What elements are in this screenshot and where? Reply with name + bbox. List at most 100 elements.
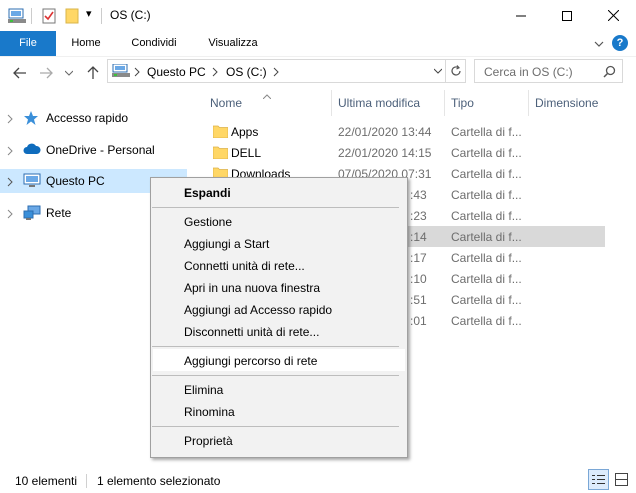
menu-item-delete[interactable]: Elimina [184, 383, 223, 397]
menu-item-manage[interactable]: Gestione [184, 215, 232, 229]
file-date: :51 [410, 293, 427, 307]
computer-icon [23, 173, 41, 191]
star-icon [23, 110, 39, 129]
up-button[interactable] [84, 64, 102, 82]
folder-icon [212, 125, 229, 141]
column-header-name[interactable]: Nome [210, 96, 242, 110]
breadcrumb-os-c[interactable]: OS (C:) [226, 65, 267, 79]
window-title: OS (C:) [110, 8, 151, 22]
menu-item-disconnect-network-drive[interactable]: Disconnetti unità di rete... [184, 325, 319, 339]
menu-item-map-network-drive[interactable]: Connetti unità di rete... [184, 259, 305, 273]
large-icons-view-button[interactable] [611, 469, 632, 490]
maximize-button[interactable] [544, 0, 590, 31]
cloud-icon [23, 142, 41, 159]
file-date: 22/01/2020 14:15 [338, 146, 432, 160]
status-selection: 1 elemento selezionato [97, 474, 221, 488]
explorer-icon[interactable] [8, 8, 26, 27]
quick-access-dropdown-icon[interactable]: ▾ [86, 7, 92, 20]
help-button[interactable]: ? [612, 35, 628, 51]
title-bar: ▾ OS (C:) [0, 0, 636, 31]
file-date: 22/01/2020 13:44 [338, 125, 432, 139]
breadcrumb-separator-icon[interactable] [134, 66, 140, 80]
forward-button[interactable] [36, 64, 56, 82]
file-date: :23 [410, 209, 427, 223]
file-type: Cartella di f... [451, 209, 522, 223]
forward-arrow-icon [40, 67, 53, 79]
up-arrow-icon [87, 66, 99, 79]
file-type: Cartella di f... [451, 188, 522, 202]
tab-home[interactable]: Home [60, 31, 112, 56]
menu-item-pin-quick-access[interactable]: Aggiungi ad Accesso rapido [184, 303, 332, 317]
large-icons-view-icon [615, 473, 628, 486]
file-row[interactable]: DELL 22/01/2020 14:15 Cartella di f... [202, 142, 605, 163]
nav-label: Accesso rapido [46, 111, 129, 125]
file-type: Cartella di f... [451, 251, 522, 265]
folder-icon [212, 146, 229, 162]
status-item-count: 10 elementi [15, 474, 78, 488]
file-name: Apps [231, 125, 259, 139]
column-header-date[interactable]: Ultima modifica [338, 96, 420, 110]
menu-item-expand[interactable]: Espandi [184, 186, 231, 200]
file-row[interactable]: Apps 22/01/2020 13:44 Cartella di f... [202, 121, 605, 142]
refresh-icon [450, 65, 461, 76]
file-date: :17 [410, 251, 427, 265]
nav-label: OneDrive - Personal [46, 143, 155, 157]
column-header-type[interactable]: Tipo [451, 96, 474, 110]
file-date: :43 [410, 188, 427, 202]
expand-chevron-icon[interactable] [7, 176, 13, 190]
menu-item-properties[interactable]: Proprietà [184, 434, 233, 448]
file-type: Cartella di f... [451, 272, 522, 286]
recent-locations-button[interactable] [62, 64, 76, 82]
ribbon-tabs: File Home Condividi Visualizza ? [0, 31, 636, 57]
address-history-button[interactable] [429, 59, 446, 83]
nav-item-onedrive[interactable]: OneDrive - Personal [0, 138, 187, 162]
maximize-icon [562, 10, 572, 21]
close-icon [607, 10, 619, 21]
file-name: DELL [231, 146, 262, 160]
expand-ribbon-icon[interactable] [594, 37, 604, 51]
expand-chevron-icon[interactable] [7, 208, 13, 222]
file-type: Cartella di f... [451, 125, 522, 139]
breadcrumb-this-pc[interactable]: Questo PC [147, 65, 206, 79]
menu-item-open-new-window[interactable]: Apri in una nuova finestra [184, 281, 320, 295]
menu-item-rename[interactable]: Rinomina [184, 405, 235, 419]
file-type: Cartella di f... [451, 146, 522, 160]
minimize-button[interactable] [498, 0, 544, 31]
details-view-button[interactable] [588, 469, 609, 490]
refresh-button[interactable] [446, 59, 466, 83]
file-type: Cartella di f... [451, 167, 522, 181]
expand-chevron-icon[interactable] [7, 113, 13, 127]
menu-item-add-network-location[interactable]: Aggiungi percorso di rete [184, 354, 317, 368]
file-type: Cartella di f... [451, 293, 522, 307]
chevron-down-icon [65, 70, 73, 76]
new-folder-icon[interactable] [65, 8, 79, 27]
details-view-icon [592, 475, 605, 484]
search-icon[interactable] [603, 65, 616, 81]
nav-label: Questo PC [46, 174, 105, 188]
back-button[interactable] [10, 64, 30, 82]
file-type: Cartella di f... [451, 230, 522, 244]
file-date: :01 [410, 314, 427, 328]
breadcrumb-separator-icon[interactable] [212, 66, 218, 80]
sort-ascending-icon [262, 88, 272, 102]
chevron-down-icon [433, 68, 442, 74]
address-bar[interactable]: Questo PC OS (C:) [107, 59, 446, 83]
nav-item-quick-access[interactable]: Accesso rapido [0, 106, 187, 130]
network-icon [23, 205, 41, 224]
close-button[interactable] [590, 0, 636, 31]
back-arrow-icon [13, 67, 26, 79]
tab-share[interactable]: Condividi [120, 31, 188, 56]
menu-item-pin-to-start[interactable]: Aggiungi a Start [184, 237, 269, 251]
file-date: :14 [410, 230, 427, 244]
computer-icon [112, 63, 130, 81]
search-placeholder[interactable]: Cerca in OS (C:) [484, 65, 573, 79]
tab-view[interactable]: Visualizza [198, 31, 268, 56]
minimize-icon [516, 15, 526, 16]
context-menu: Espandi Gestione Aggiungi a Start Connet… [150, 177, 408, 458]
breadcrumb-separator-icon[interactable] [273, 66, 279, 80]
expand-chevron-icon[interactable] [7, 145, 13, 159]
properties-check-icon[interactable] [42, 8, 56, 27]
tab-file[interactable]: File [0, 31, 56, 56]
column-header-size[interactable]: Dimensione [535, 96, 598, 110]
search-box[interactable]: Cerca in OS (C:) [474, 59, 623, 83]
